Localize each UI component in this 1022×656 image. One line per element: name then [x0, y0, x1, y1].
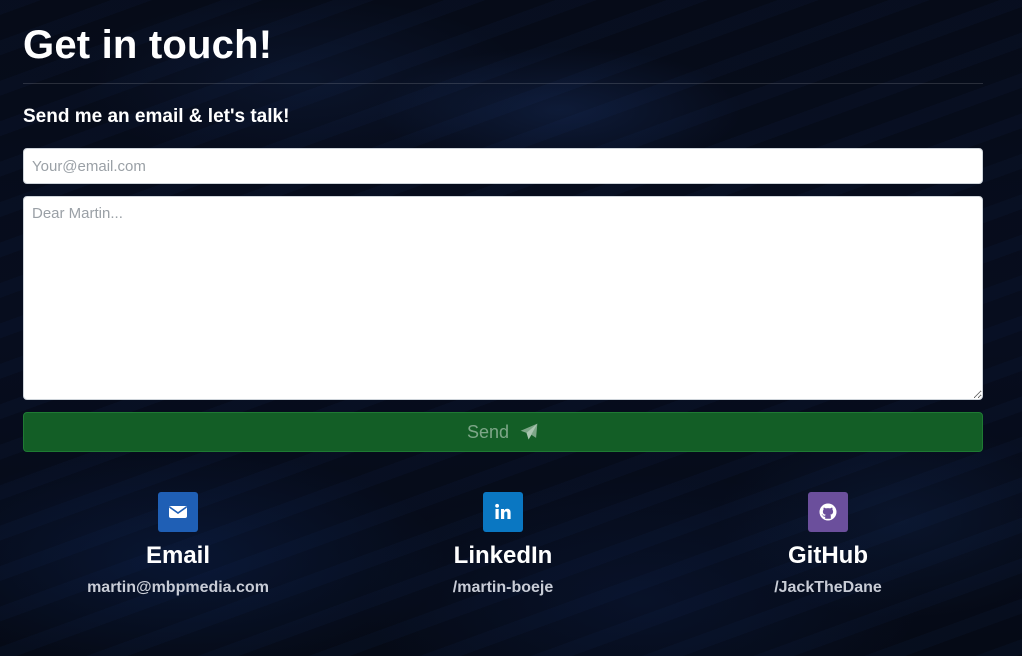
contact-email-label[interactable]: Email	[18, 542, 338, 570]
github-icon-box[interactable]	[808, 492, 848, 532]
github-icon	[819, 503, 837, 521]
title-divider	[23, 83, 983, 84]
contact-links: Email martin@mbpmedia.com LinkedIn /mart…	[23, 492, 983, 612]
linkedin-icon	[495, 503, 511, 519]
contact-email-handle[interactable]: martin@mbpmedia.com	[18, 578, 338, 598]
contact-github-handle[interactable]: /JackTheDane	[668, 578, 988, 598]
contact-linkedin-label[interactable]: LinkedIn	[343, 542, 663, 570]
paper-plane-icon	[520, 423, 538, 440]
contact-email: Email martin@mbpmedia.com	[18, 492, 338, 598]
contact-linkedin-handle[interactable]: /martin-boeje	[343, 578, 663, 598]
envelope-icon	[169, 506, 187, 518]
contact-github-label[interactable]: GitHub	[668, 542, 988, 570]
linkedin-icon-box[interactable]	[483, 492, 523, 532]
message-textarea[interactable]	[23, 196, 983, 400]
send-button-label: Send	[466, 421, 510, 442]
section-subtitle: Send me an email & let's talk!	[23, 106, 290, 127]
send-button[interactable]: Send	[23, 412, 983, 452]
contact-github: GitHub /JackTheDane	[668, 492, 988, 598]
email-icon-box[interactable]	[158, 492, 198, 532]
page-title: Get in touch!	[23, 23, 273, 67]
email-input[interactable]	[23, 148, 983, 184]
contact-linkedin: LinkedIn /martin-boeje	[343, 492, 663, 598]
